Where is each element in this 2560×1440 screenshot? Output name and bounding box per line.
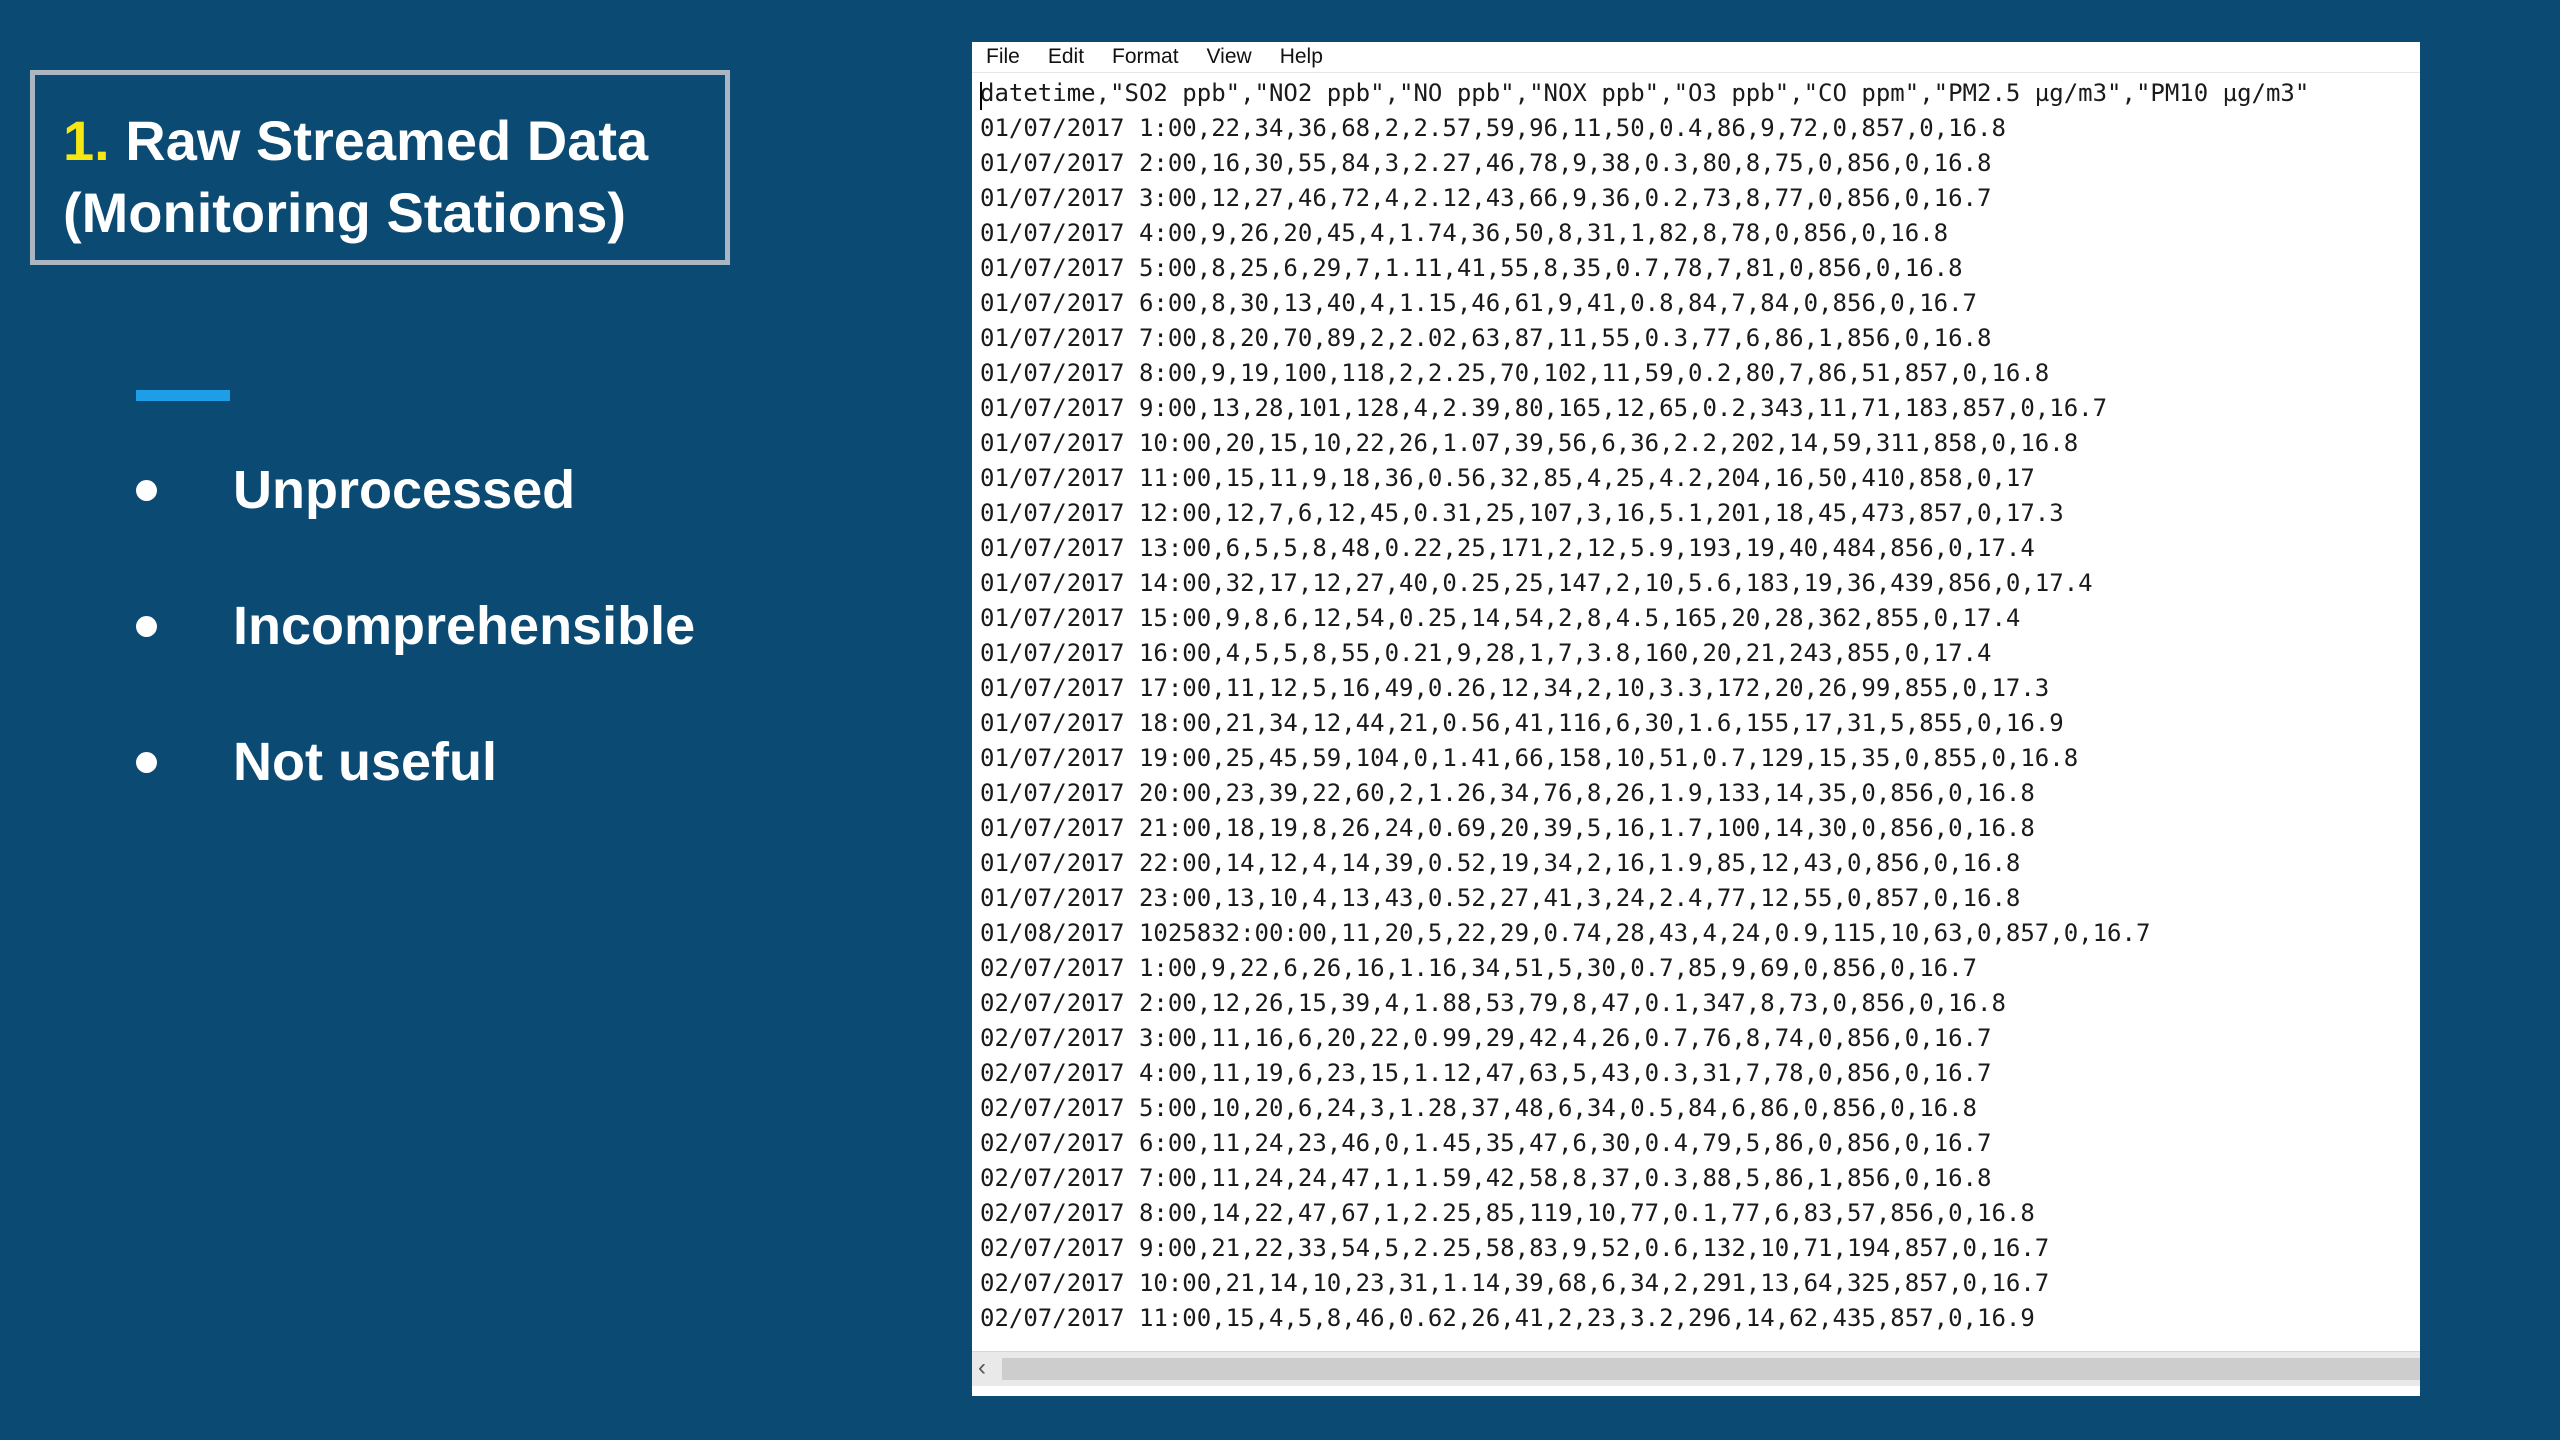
csv-data-line: 01/07/2017 11:00,15,11,9,18,36,0.56,32,8… (980, 464, 2035, 492)
csv-data-line: 01/07/2017 18:00,21,34,12,44,21,0.56,41,… (980, 709, 2064, 737)
csv-data-line: 01/07/2017 6:00,8,30,13,40,4,1.15,46,61,… (980, 289, 1977, 317)
horizontal-scrollbar[interactable]: ‹ (972, 1351, 2420, 1386)
bullet-dot-icon (136, 615, 157, 637)
scroll-left-icon[interactable]: ‹ (978, 1354, 986, 1382)
bullet-text: Not useful (233, 732, 497, 792)
bullet-item: Unprocessed (132, 455, 695, 525)
bullet-list: Unprocessed Incomprehensible Not useful (132, 455, 695, 863)
bullet-item: Not useful (132, 727, 695, 797)
csv-data-line: 01/07/2017 7:00,8,20,70,89,2,2.02,63,87,… (980, 324, 1992, 352)
scrollbar-thumb[interactable] (1002, 1358, 2420, 1380)
menu-edit[interactable]: Edit (1048, 45, 1084, 69)
csv-data-line: 02/07/2017 2:00,12,26,15,39,4,1.88,53,79… (980, 989, 2006, 1017)
csv-data-line: 01/07/2017 20:00,23,39,22,60,2,1.26,34,7… (980, 779, 2035, 807)
menu-help[interactable]: Help (1280, 45, 1323, 69)
csv-data-line: 01/07/2017 13:00,6,5,5,8,48,0.22,25,171,… (980, 534, 2035, 562)
text-caret (980, 82, 982, 110)
csv-data-line: 01/07/2017 10:00,20,15,10,22,26,1.07,39,… (980, 429, 2079, 457)
csv-data-line: 02/07/2017 3:00,11,16,6,20,22,0.99,29,42… (980, 1024, 1992, 1052)
csv-data-line: 02/07/2017 11:00,15,4,5,8,46,0.62,26,41,… (980, 1304, 2035, 1332)
csv-data-line: 02/07/2017 1:00,9,22,6,26,16,1.16,34,51,… (980, 954, 1977, 982)
bullet-text: Incomprehensible (233, 596, 696, 656)
csv-data-line: 01/07/2017 8:00,9,19,100,118,2,2.25,70,1… (980, 359, 2050, 387)
slide-title-text: Raw Streamed Data (125, 109, 649, 172)
bullet-dot-icon (136, 751, 157, 773)
bullet-text: Unprocessed (233, 460, 576, 520)
notepad-window: File Edit Format View Help datetime,"SO2… (972, 42, 2420, 1396)
csv-data-line: 01/07/2017 2:00,16,30,55,84,3,2.27,46,78… (980, 149, 1992, 177)
csv-data-line: 01/08/2017 1025832:00:00,11,20,5,22,29,0… (980, 919, 2151, 947)
csv-data-line: 01/07/2017 17:00,11,12,5,16,49,0.26,12,3… (980, 674, 2050, 702)
slide-title-line1: 1. Raw Streamed Data (63, 105, 700, 177)
csv-data-line: 01/07/2017 1:00,22,34,36,68,2,2.57,59,96… (980, 114, 2006, 142)
csv-data-line: 02/07/2017 9:00,21,22,33,54,5,2.25,58,83… (980, 1234, 2050, 1262)
slide-title-number: 1. (63, 109, 110, 172)
csv-data-line: 01/07/2017 15:00,9,8,6,12,54,0.25,14,54,… (980, 604, 2021, 632)
menu-file[interactable]: File (986, 45, 1020, 69)
csv-data-line: 01/07/2017 12:00,12,7,6,12,45,0.31,25,10… (980, 499, 2064, 527)
bullet-dot-icon (136, 479, 157, 501)
text-editor-area[interactable]: datetime,"SO2 ppb","NO2 ppb","NO ppb","N… (980, 76, 2420, 1352)
csv-data-line: 01/07/2017 4:00,9,26,20,45,4,1.74,36,50,… (980, 219, 1949, 247)
csv-data-line: 02/07/2017 8:00,14,22,47,67,1,2.25,85,11… (980, 1199, 2035, 1227)
bullet-item: Incomprehensible (132, 591, 695, 661)
csv-data-line: 01/07/2017 21:00,18,19,8,26,24,0.69,20,3… (980, 814, 2035, 842)
csv-data-line: 01/07/2017 3:00,12,27,46,72,4,2.12,43,66… (980, 184, 1992, 212)
csv-data-line: 01/07/2017 22:00,14,12,4,14,39,0.52,19,3… (980, 849, 2021, 877)
csv-data-line: 02/07/2017 6:00,11,24,23,46,0,1.45,35,47… (980, 1129, 1992, 1157)
menu-format[interactable]: Format (1112, 45, 1179, 69)
csv-data-line: 01/07/2017 19:00,25,45,59,104,0,1.41,66,… (980, 744, 2079, 772)
slide-title-line2: (Monitoring Stations) (63, 181, 627, 244)
csv-data-line: 01/07/2017 23:00,13,10,4,13,43,0.52,27,4… (980, 884, 2021, 912)
accent-bar (136, 390, 230, 401)
csv-data-line: 02/07/2017 7:00,11,24,24,47,1,1.59,42,58… (980, 1164, 1992, 1192)
csv-data-line: 01/07/2017 9:00,13,28,101,128,4,2.39,80,… (980, 394, 2108, 422)
csv-data-line: 02/07/2017 4:00,11,19,6,23,15,1.12,47,63… (980, 1059, 1992, 1087)
csv-data-line: 01/07/2017 14:00,32,17,12,27,40,0.25,25,… (980, 569, 2093, 597)
menu-view[interactable]: View (1207, 45, 1252, 69)
csv-header-line: datetime,"SO2 ppb","NO2 ppb","NO ppb","N… (980, 79, 2310, 107)
csv-data-line: 02/07/2017 5:00,10,20,6,24,3,1.28,37,48,… (980, 1094, 1977, 1122)
csv-data-line: 01/07/2017 16:00,4,5,5,8,55,0.21,9,28,1,… (980, 639, 1992, 667)
slide-title-box: 1. Raw Streamed Data (Monitoring Station… (30, 70, 730, 265)
menu-bar: File Edit Format View Help (972, 42, 2420, 73)
csv-data-line: 01/07/2017 5:00,8,25,6,29,7,1.11,41,55,8… (980, 254, 1963, 282)
csv-data-line: 02/07/2017 10:00,21,14,10,23,31,1.14,39,… (980, 1269, 2050, 1297)
